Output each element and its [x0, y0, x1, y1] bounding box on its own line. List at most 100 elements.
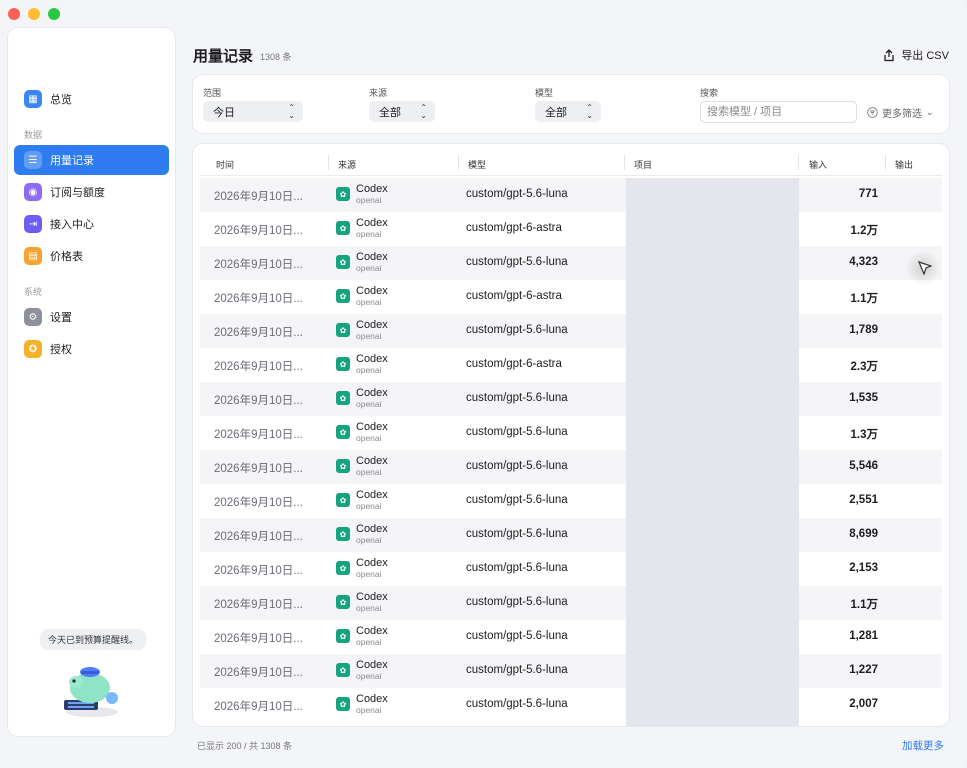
cell-model: custom/gpt-5.6-luna [466, 324, 568, 336]
cell-source: ✿ Codex openai [336, 183, 388, 205]
filter-icon [867, 107, 878, 118]
plug-icon: ⇥ [24, 215, 42, 233]
cell-model: custom/gpt-5.6-luna [466, 528, 568, 540]
source-name: Codex [356, 183, 388, 195]
table-header: 时间 来源 模型 项目 输入 输出 [200, 144, 942, 176]
cell-time: 2026年9月10日... [214, 463, 303, 475]
cell-model: custom/gpt-6-astra [466, 222, 562, 234]
sidebar-item-label: 授权 [50, 344, 72, 356]
minimize-window-button[interactable] [28, 8, 40, 20]
range-value: 今日 [213, 106, 235, 119]
column-divider[interactable] [624, 155, 625, 170]
openai-logo-icon: ✿ [336, 697, 350, 711]
table-row[interactable]: 2026年9月10日... ✿ Codex openai custom/gpt-5.6-… [200, 416, 942, 450]
sidebar-item-subscription[interactable]: ◉ 订阅与额度 [14, 177, 169, 207]
column-header-project[interactable]: 项目 [634, 158, 652, 171]
table-row[interactable]: 2026年9月10日... ✿ Codex openai custom/gpt-5.6-… [200, 552, 942, 586]
cell-time: 2026年9月10日... [214, 497, 303, 509]
grid-icon: ▦ [24, 90, 42, 108]
table-row[interactable]: 2026年9月10日... ✿ Codex openai custom/gpt-5.6-… [200, 586, 942, 620]
cell-input: 2,551 [849, 494, 878, 506]
table-row[interactable]: 2026年9月10日... ✿ Codex openai custom/gpt-5.6-… [200, 178, 942, 212]
table-row[interactable]: 2026年9月10日... ✿ Codex openai custom/gpt-5.6-… [200, 484, 942, 518]
cell-source: ✿ Codex openai [336, 557, 388, 579]
table-row[interactable]: 2026年9月10日... ✿ Codex openai custom/gpt-5.6-… [200, 450, 942, 484]
window-controls [8, 8, 60, 20]
cell-input: 4,323 [849, 256, 878, 268]
column-header-output[interactable]: 输出 [895, 158, 913, 171]
sidebar-item-pricing[interactable]: ▤ 价格表 [14, 241, 169, 271]
column-header-model[interactable]: 模型 [468, 158, 486, 171]
source-name: Codex [356, 523, 388, 535]
table-row[interactable]: 2026年9月10日... ✿ Codex openai custom/gpt-5.6-… [200, 314, 942, 348]
sidebar-item-label: 用量记录 [50, 155, 94, 167]
openai-logo-icon: ✿ [336, 493, 350, 507]
usage-table: 时间 来源 模型 项目 输入 输出 2026年9月10日... ✿ Codex ope… [193, 144, 949, 726]
column-header-source[interactable]: 来源 [338, 158, 356, 171]
source-provider: openai [356, 535, 382, 545]
source-provider: openai [356, 501, 382, 511]
share-export-icon [884, 48, 894, 61]
cell-time: 2026年9月10日... [214, 191, 303, 203]
table-row[interactable]: 2026年9月10日... ✿ Codex openai custom/gpt-5.6-… [200, 246, 942, 280]
table-row[interactable]: 2026年9月10日... ✿ Codex openai custom/gpt-6-as… [200, 212, 942, 246]
cell-input: 1,789 [849, 324, 878, 336]
column-divider[interactable] [798, 155, 799, 170]
cell-source: ✿ Codex openai [336, 693, 388, 715]
sidebar-item-settings[interactable]: ⚙ 设置 [14, 302, 169, 332]
budget-reminder-bubble: 今天已到预算提醒线。 [40, 629, 147, 650]
sidebar-item-access[interactable]: ⇥ 接入中心 [14, 209, 169, 239]
more-filters-button[interactable]: 更多筛选 ⌄ [867, 105, 934, 120]
model-select[interactable]: 全部 ⌃ ⌄ [535, 101, 601, 122]
source-provider: openai [356, 671, 382, 681]
cell-source: ✿ Codex openai [336, 489, 388, 511]
range-select[interactable]: 今日 ⌃ ⌄ [203, 101, 303, 122]
table-row[interactable]: 2026年9月10日... ✿ Codex openai custom/gpt-6-as… [200, 348, 942, 382]
source-provider: openai [356, 467, 382, 477]
table-row[interactable]: 2026年9月10日... ✿ Codex openai custom/gpt-5.6-… [200, 518, 942, 552]
source-select[interactable]: 全部 ⌃ ⌄ [369, 101, 435, 122]
cell-model: custom/gpt-5.6-luna [466, 426, 568, 438]
search-input[interactable] [700, 101, 857, 123]
table-row[interactable]: 2026年9月10日... ✿ Codex openai custom/gpt-5.6-… [200, 654, 942, 688]
license-badge-icon: ✪ [24, 340, 42, 358]
cell-model: custom/gpt-5.6-luna [466, 698, 568, 710]
source-provider: openai [356, 195, 382, 205]
mascot-illustration-icon [64, 667, 118, 717]
source-name: Codex [356, 489, 388, 501]
cell-input: 771 [858, 188, 878, 200]
source-name: Codex [356, 693, 388, 705]
cell-source: ✿ Codex openai [336, 523, 388, 545]
source-provider: openai [356, 331, 382, 341]
model-value: 全部 [545, 106, 567, 119]
column-divider[interactable] [458, 155, 459, 170]
cell-model: custom/gpt-5.6-luna [466, 562, 568, 574]
sidebar-item-overview[interactable]: ▦ 总览 [14, 84, 169, 114]
source-provider: openai [356, 297, 382, 307]
column-divider[interactable] [885, 155, 886, 170]
sidebar-item-usage[interactable]: ☰ 用量记录 [14, 145, 169, 175]
cell-time: 2026年9月10日... [214, 701, 303, 713]
openai-logo-icon: ✿ [336, 357, 350, 371]
list-icon: ☰ [24, 151, 42, 169]
load-more-button[interactable]: 加载更多 [902, 738, 944, 753]
openai-logo-icon: ✿ [336, 527, 350, 541]
cell-model: custom/gpt-5.6-luna [466, 630, 568, 642]
column-header-time[interactable]: 时间 [216, 158, 234, 171]
cell-source: ✿ Codex openai [336, 319, 388, 341]
table-row[interactable]: 2026年9月10日... ✿ Codex openai custom/gpt-5.6-… [200, 620, 942, 654]
cell-source: ✿ Codex openai [336, 625, 388, 647]
sidebar-item-license[interactable]: ✪ 授权 [14, 334, 169, 364]
column-divider[interactable] [328, 155, 329, 170]
cell-input: 2.3万 [850, 361, 879, 373]
table-row[interactable]: 2026年9月10日... ✿ Codex openai custom/gpt-6-as… [200, 280, 942, 314]
table-row[interactable]: 2026年9月10日... ✿ Codex openai custom/gpt-5.6-… [200, 382, 942, 416]
source-name: Codex [356, 353, 388, 365]
close-window-button[interactable] [8, 8, 20, 20]
maximize-window-button[interactable] [48, 8, 60, 20]
chevron-updown-icon: ⌃ ⌄ [586, 102, 593, 120]
column-header-input[interactable]: 输入 [809, 158, 827, 171]
table-row[interactable]: 2026年9月10日... ✿ Codex openai custom/gpt-5.6-… [200, 688, 942, 722]
page-header: 用量记录 1308 条 导出 CSV [193, 28, 949, 68]
export-csv-button[interactable]: 导出 CSV [883, 47, 949, 63]
